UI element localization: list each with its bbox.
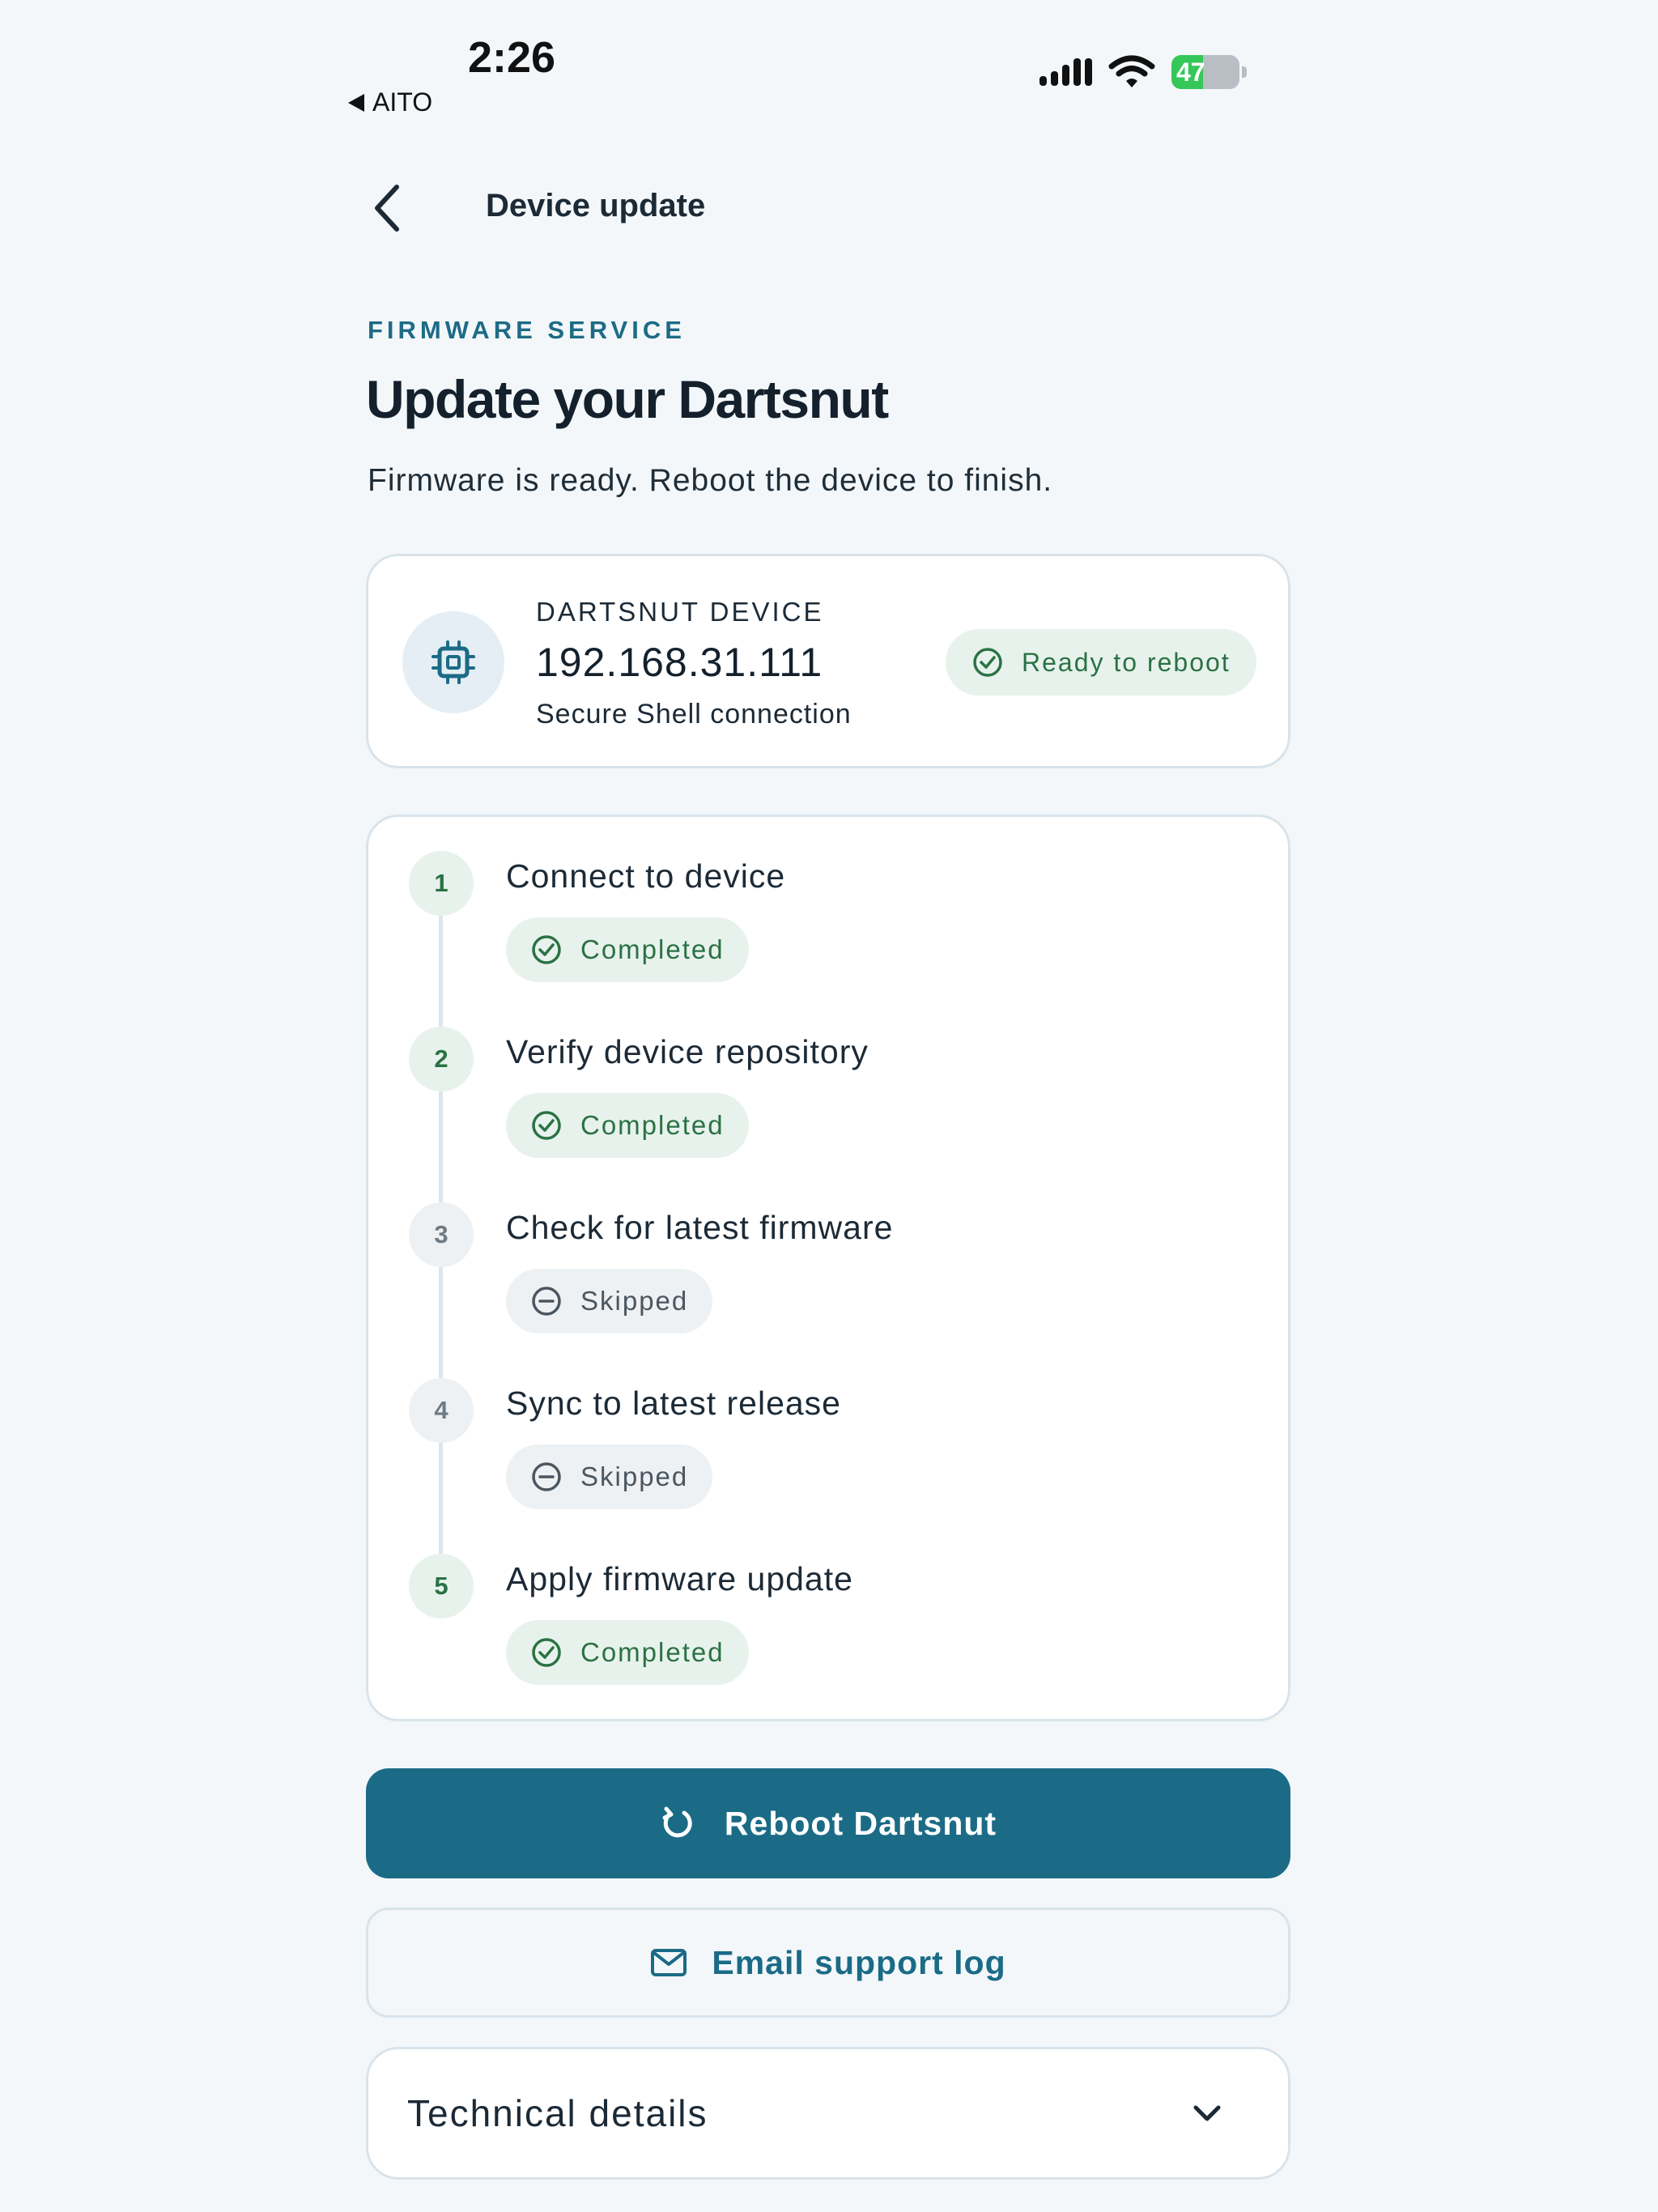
check-circle-icon <box>532 935 561 964</box>
status-time: 2:26 <box>468 33 556 82</box>
step-status-label: Completed <box>580 1637 725 1667</box>
step-number: 1 <box>409 851 474 916</box>
reboot-button-label: Reboot Dartsnut <box>724 1804 997 1842</box>
device-connection: Secure Shell connection <box>536 699 852 730</box>
step-status-badge: Skipped <box>506 1269 713 1334</box>
step-number: 5 <box>409 1554 474 1619</box>
page-title: Device update <box>486 188 706 223</box>
device-card: DARTSNUT DEVICE 192.168.31.111 Secure Sh… <box>366 554 1290 768</box>
minus-circle-icon <box>532 1462 561 1491</box>
back-button[interactable] <box>363 180 411 236</box>
step-item: 1 Connect to device Completed <box>368 817 1288 982</box>
battery-icon: 47 <box>1171 55 1239 89</box>
reboot-button[interactable]: Reboot Dartsnut <box>366 1768 1290 1878</box>
ready-status-label: Ready to reboot <box>1022 647 1231 677</box>
battery-percent: 47 <box>1176 57 1205 87</box>
device-ip: 192.168.31.111 <box>536 640 823 685</box>
check-circle-icon <box>532 1111 561 1140</box>
step-number: 3 <box>409 1202 474 1267</box>
chip-icon <box>432 640 475 684</box>
email-support-log-label: Email support log <box>712 1943 1006 1981</box>
step-status-badge: Skipped <box>506 1444 713 1509</box>
step-item: 4 Sync to latest release Skipped <box>368 1344 1288 1509</box>
status-indicators: 47 <box>1039 55 1247 89</box>
back-to-app-link[interactable]: AITO <box>348 87 432 117</box>
device-icon-circle <box>402 611 504 713</box>
mail-icon <box>651 1949 687 1976</box>
step-title: Connect to device <box>506 857 786 895</box>
step-status-badge: Completed <box>506 1093 749 1158</box>
step-status-label: Skipped <box>580 1461 689 1491</box>
minus-circle-icon <box>532 1287 561 1316</box>
step-status-label: Completed <box>580 1110 725 1140</box>
back-app-label: AITO <box>372 87 433 117</box>
step-item: 2 Verify device repository Completed <box>368 993 1288 1158</box>
step-status-label: Completed <box>580 934 725 964</box>
check-circle-icon <box>973 648 1002 677</box>
step-title: Verify device repository <box>506 1033 869 1070</box>
step-title: Sync to latest release <box>506 1385 841 1422</box>
email-support-log-button[interactable]: Email support log <box>366 1908 1290 2018</box>
step-title: Check for latest firmware <box>506 1209 894 1246</box>
section-eyebrow: FIRMWARE SERVICE <box>368 316 686 344</box>
battery-cap <box>1242 66 1247 78</box>
headline: Update your Dartsnut <box>366 369 889 429</box>
cellular-signal-icon <box>1039 58 1092 86</box>
step-title: Apply firmware update <box>506 1560 853 1597</box>
wifi-icon <box>1108 55 1155 87</box>
refresh-icon <box>662 1806 692 1838</box>
technical-details-toggle[interactable]: Technical details <box>366 2047 1290 2180</box>
steps-card: 1 Connect to device Completed 2 Verify d… <box>366 815 1290 1721</box>
chevron-down-icon <box>1193 2105 1221 2121</box>
step-status-label: Skipped <box>580 1286 689 1316</box>
step-item: 5 Apply firmware update Completed <box>368 1520 1288 1685</box>
check-circle-icon <box>532 1638 561 1667</box>
ready-status-badge: Ready to reboot <box>946 629 1256 696</box>
step-number: 2 <box>409 1027 474 1091</box>
step-status-badge: Completed <box>506 1620 749 1685</box>
technical-details-label: Technical details <box>407 2092 708 2134</box>
chevron-left-icon <box>375 185 399 232</box>
device-label: DARTSNUT DEVICE <box>536 597 824 627</box>
step-status-badge: Completed <box>506 917 749 982</box>
back-triangle-icon <box>348 93 364 112</box>
step-item: 3 Check for latest firmware Skipped <box>368 1168 1288 1334</box>
step-number: 4 <box>409 1378 474 1443</box>
subtitle: Firmware is ready. Reboot the device to … <box>368 463 1053 498</box>
